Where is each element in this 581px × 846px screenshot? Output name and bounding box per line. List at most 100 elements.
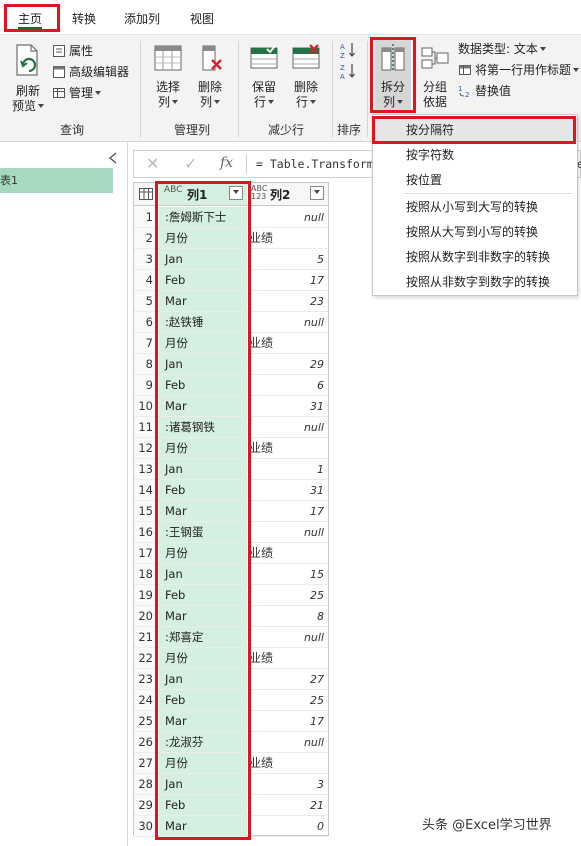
table-cell[interactable]: 业绩 <box>248 648 328 669</box>
table-cell[interactable]: 31 <box>248 480 328 501</box>
table-cell[interactable]: null <box>248 207 328 228</box>
query-name: 表1 <box>0 174 18 187</box>
table-cell[interactable]: 17 <box>248 711 328 732</box>
manage-button[interactable]: 管理 <box>52 85 102 104</box>
table-cell[interactable]: 1 <box>248 459 328 480</box>
remove-columns-label-1: 删除 <box>197 80 222 94</box>
group-label-query: 查询 <box>59 123 84 137</box>
choose-columns-button[interactable]: 选择 列 <box>148 43 188 110</box>
advanced-editor-icon <box>52 65 66 83</box>
chevron-down-icon <box>539 47 546 51</box>
split-menu-item[interactable]: 按照从数字到非数字的转换 <box>373 245 577 269</box>
refresh-preview-button[interactable]: 刷新 预览 <box>6 43 50 114</box>
data-type-dropdown[interactable]: 数据类型: 文本 <box>458 41 546 57</box>
group-divider <box>367 41 368 137</box>
table-cell[interactable]: 17 <box>248 501 328 522</box>
choose-columns-label-1: 选择 <box>155 80 180 94</box>
remove-columns-button[interactable]: 删除 列 <box>190 43 230 110</box>
table-cell[interactable]: 5 <box>248 249 328 270</box>
watermark: 头条 @Excel学习世界 <box>422 818 552 833</box>
table-cell[interactable]: null <box>248 627 328 648</box>
menu-divider <box>403 193 573 194</box>
table-cell[interactable]: 业绩 <box>248 543 328 564</box>
table-cell[interactable]: 25 <box>248 585 328 606</box>
table-icon <box>52 86 66 104</box>
split-column-button[interactable]: 拆分 列 <box>375 39 411 111</box>
tab-add-column[interactable]: 添加列 <box>124 9 160 29</box>
table-cell[interactable]: 27 <box>248 669 328 690</box>
tab-view[interactable]: 视图 <box>190 9 214 29</box>
split-column-label-1: 拆分 <box>380 80 405 94</box>
table-cell[interactable]: null <box>248 732 328 753</box>
split-menu-item[interactable]: 按字符数 <box>373 143 577 167</box>
group-by-label-2: 依据 <box>422 95 447 109</box>
group-label-manage-columns: 管理列 <box>173 123 210 137</box>
chevron-down-icon <box>172 100 178 104</box>
table-cell[interactable]: 17 <box>248 270 328 291</box>
table-cell[interactable]: 31 <box>248 396 328 417</box>
use-first-row-as-headers-button[interactable]: 将第一行用作标题 <box>458 62 580 81</box>
tab-home[interactable]: 主页 <box>18 9 43 29</box>
group-divider <box>140 41 141 137</box>
column-filter-button[interactable] <box>310 186 324 200</box>
table-cell[interactable]: 业绩 <box>248 228 328 249</box>
chevron-down-icon <box>95 91 102 95</box>
split-menu-item[interactable]: 按位置 <box>373 168 577 192</box>
table-cell[interactable]: 8 <box>248 606 328 627</box>
split-column-icon <box>375 43 411 77</box>
properties-icon <box>52 44 66 62</box>
sort-ascending-icon: AZ <box>340 41 356 63</box>
properties-button[interactable]: 属性 <box>52 43 93 62</box>
sort-descending-button[interactable]: ZA <box>340 62 359 84</box>
manage-label: 管理 <box>69 86 94 100</box>
table-cell[interactable]: 业绩 <box>248 438 328 459</box>
keep-rows-button[interactable]: 保留 行 <box>244 43 284 110</box>
column-header-2[interactable]: ABC 123 列2 <box>248 183 328 206</box>
cancel-formula-button[interactable]: ✕ <box>146 154 159 173</box>
sort-descending-icon: ZA <box>340 62 356 84</box>
sort-ascending-button[interactable]: AZ <box>340 41 359 63</box>
keep-rows-icon <box>244 43 284 77</box>
any-type-icon[interactable]: ABC 123 <box>251 185 267 201</box>
table-cell[interactable]: 21 <box>248 795 328 816</box>
advanced-editor-label: 高级编辑器 <box>69 65 130 79</box>
fx-icon[interactable]: fx <box>220 155 233 171</box>
chevron-down-icon <box>397 100 403 104</box>
table-icon <box>458 63 472 81</box>
choose-columns-label-2: 列 <box>157 95 170 109</box>
group-divider <box>238 41 239 137</box>
table-menu-icon <box>139 188 153 203</box>
table-cell[interactable]: null <box>248 312 328 333</box>
group-by-button[interactable]: 分组 依据 <box>418 43 452 110</box>
table-cell[interactable]: 业绩 <box>248 753 328 774</box>
formula-divider <box>246 154 247 174</box>
svg-text:Z: Z <box>340 64 345 72</box>
refresh-icon <box>6 43 50 81</box>
split-column-label-2: 列 <box>382 95 395 109</box>
table-cell[interactable]: 29 <box>248 354 328 375</box>
table-cell[interactable]: 15 <box>248 564 328 585</box>
split-menu-item[interactable]: 按分隔符 <box>373 118 577 142</box>
split-menu-item[interactable]: 按照从大写到小写的转换 <box>373 220 577 244</box>
table-cell[interactable]: 业绩 <box>248 333 328 354</box>
table-cell[interactable]: null <box>248 522 328 543</box>
table-cell[interactable]: 3 <box>248 774 328 795</box>
query-item-selected[interactable]: 表1 <box>0 168 113 193</box>
table-cell[interactable]: null <box>248 417 328 438</box>
table-cell[interactable]: 0 <box>248 816 328 837</box>
choose-columns-icon <box>148 43 188 77</box>
split-menu-item[interactable]: 按照从非数字到数字的转换 <box>373 270 577 294</box>
table-cell[interactable]: 6 <box>248 375 328 396</box>
replace-values-button[interactable]: 12 替换值 <box>458 83 511 102</box>
table-cell[interactable]: 23 <box>248 291 328 312</box>
first-row-header-label: 将第一行用作标题 <box>475 63 572 77</box>
collapse-pane-icon[interactable] <box>108 152 118 164</box>
tab-transform[interactable]: 转换 <box>72 9 96 29</box>
advanced-editor-button[interactable]: 高级编辑器 <box>52 64 129 83</box>
confirm-formula-button[interactable]: ✓ <box>184 154 197 173</box>
table-cell[interactable]: 25 <box>248 690 328 711</box>
split-menu-item[interactable]: 按照从小写到大写的转换 <box>373 195 577 219</box>
remove-rows-button[interactable]: 删除 行 <box>286 43 326 110</box>
chevron-down-icon <box>310 100 316 104</box>
group-by-label-1: 分组 <box>422 80 447 94</box>
